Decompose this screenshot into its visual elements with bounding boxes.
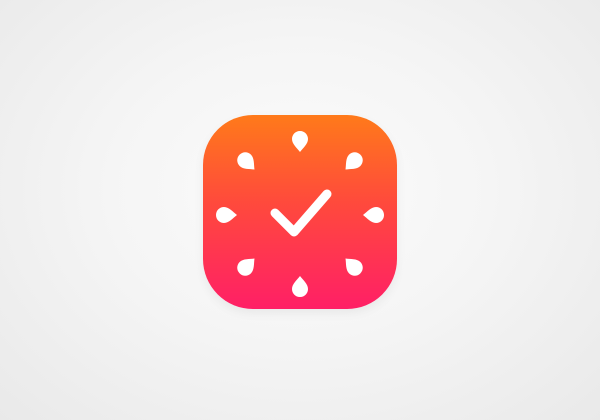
hour-marker-3 xyxy=(363,207,384,223)
clock-checkmark-icon xyxy=(216,131,384,297)
hour-marker-4-30 xyxy=(345,258,363,276)
hour-marker-6 xyxy=(292,276,308,297)
hour-marker-1-30 xyxy=(345,152,363,170)
hour-marker-12 xyxy=(292,131,308,152)
app-icon[interactable] xyxy=(203,115,397,309)
hour-marker-10-30 xyxy=(237,152,255,170)
checkmark-icon xyxy=(270,189,332,237)
page-stage xyxy=(0,0,600,420)
clock-hour-markers xyxy=(216,131,384,297)
hour-marker-9 xyxy=(216,207,237,223)
hour-marker-7-30 xyxy=(237,258,255,276)
